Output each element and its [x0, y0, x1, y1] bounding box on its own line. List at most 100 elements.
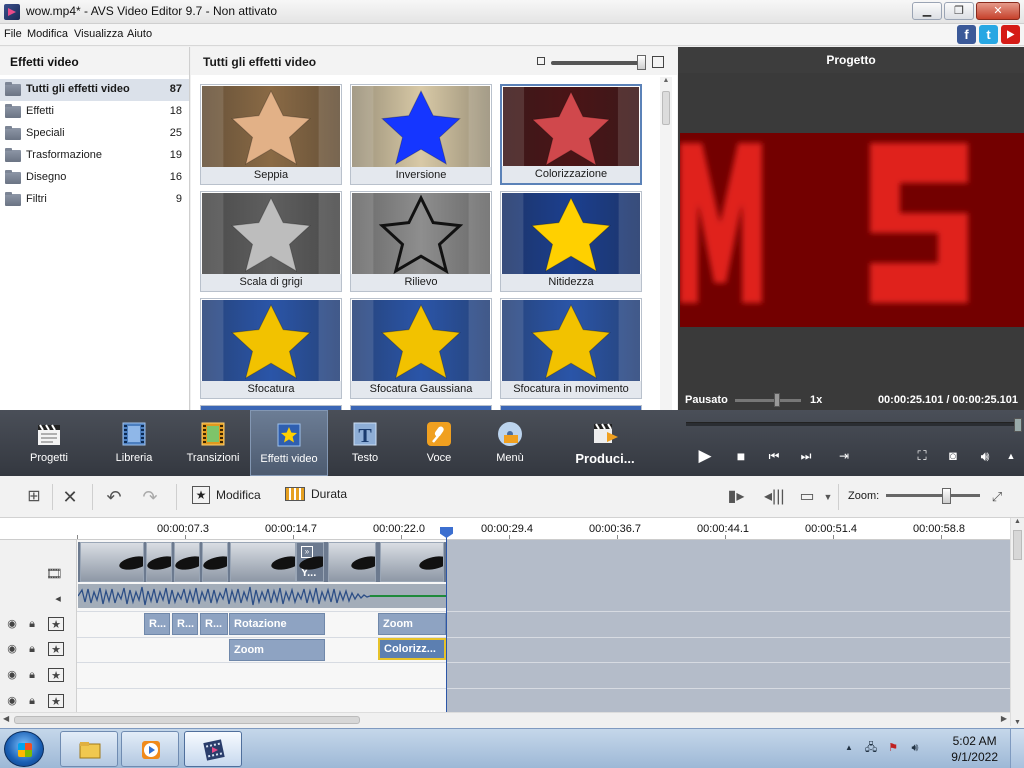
- menu-aiuto[interactable]: Aiuto: [127, 28, 152, 40]
- lock-icon[interactable]: 🔒︎: [24, 668, 40, 682]
- redo-icon[interactable]: ↷: [140, 487, 160, 507]
- play-icon[interactable]: ▶: [694, 446, 716, 466]
- effect-clip[interactable]: R...: [172, 613, 198, 635]
- video-clip[interactable]: [202, 542, 228, 582]
- maximize-button[interactable]: ❐: [944, 2, 974, 20]
- fit-timeline-icon[interactable]: ⤢: [987, 487, 1007, 507]
- effects-scrollbar[interactable]: ▲: [660, 77, 672, 410]
- lock-icon[interactable]: 🔒︎: [24, 642, 40, 656]
- scroll-right-icon[interactable]: ▶: [1001, 714, 1007, 723]
- effect-tile[interactable]: Nitidezza: [500, 191, 642, 292]
- show-desktop-button[interactable]: [1010, 729, 1024, 768]
- audio-mixer-icon[interactable]: ◂|||: [764, 487, 785, 507]
- volume-icon[interactable]: 🔊︎: [908, 741, 922, 755]
- seek-handle[interactable]: [1014, 418, 1022, 432]
- video-clip[interactable]: » Y...: [296, 542, 324, 582]
- visibility-eye-icon[interactable]: ◉: [4, 694, 20, 708]
- effect-clip[interactable]: R...: [144, 613, 170, 635]
- video-clip[interactable]: [380, 542, 444, 582]
- timeline-horizontal-scrollbar[interactable]: ◀ ▶: [0, 712, 1010, 726]
- timeline-vertical-scrollbar[interactable]: ▲ ▼: [1010, 518, 1024, 726]
- effect-clip-colorizzazione[interactable]: Colorizz...: [378, 638, 446, 660]
- effect-tile[interactable]: Sfocatura in movimento: [500, 298, 642, 399]
- category-filtri[interactable]: Filtri 9: [0, 189, 189, 211]
- volume-menu-icon[interactable]: ▲: [1000, 446, 1022, 466]
- effect-tile[interactable]: Rilievo: [350, 191, 492, 292]
- clock[interactable]: 5:02 AM 9/1/2022: [951, 733, 998, 765]
- network-icon[interactable]: 🖧︎: [864, 741, 878, 755]
- speed-slider[interactable]: [735, 399, 801, 402]
- video-clip[interactable]: [328, 542, 376, 582]
- play-selection-icon[interactable]: ⇥: [833, 446, 855, 466]
- module-voce[interactable]: Voce: [418, 410, 460, 476]
- effect-clip-zoom[interactable]: Zoom: [378, 613, 446, 635]
- category-disegno[interactable]: Disegno 16: [0, 167, 189, 189]
- display-dropdown-icon[interactable]: ▼: [818, 487, 838, 507]
- video-clip[interactable]: [174, 542, 200, 582]
- large-thumbnails-icon[interactable]: [652, 56, 664, 68]
- snapshot-icon[interactable]: ◙: [942, 446, 964, 466]
- display-settings-icon[interactable]: ▭: [797, 487, 817, 507]
- storyboard-toggle-icon[interactable]: ⊞: [24, 487, 44, 507]
- taskbar-media-player[interactable]: [121, 731, 179, 767]
- timeline-ruler[interactable]: 00:00:07.3 00:00:14.7 00:00:22.0 00:00:2…: [0, 518, 1024, 540]
- seek-bar[interactable]: [686, 422, 1018, 426]
- effect-tile[interactable]: Sfocatura: [200, 298, 342, 399]
- taskbar-avs-video-editor[interactable]: [184, 731, 242, 767]
- show-hidden-icons-icon[interactable]: ▲: [842, 741, 856, 755]
- effect-clip-zoom[interactable]: Zoom: [229, 639, 325, 661]
- menu-file[interactable]: File: [4, 28, 22, 40]
- undo-icon[interactable]: ↶: [104, 487, 124, 507]
- youtube-icon[interactable]: [1001, 25, 1020, 44]
- module-menu[interactable]: Menù: [490, 410, 530, 476]
- start-button[interactable]: [4, 731, 44, 767]
- speed-slider-handle[interactable]: [774, 393, 780, 407]
- preview-video[interactable]: [680, 133, 1024, 327]
- visibility-eye-icon[interactable]: ◉: [4, 617, 20, 631]
- empty-timeline-area[interactable]: [447, 540, 1010, 712]
- scroll-thumb[interactable]: [1013, 530, 1022, 560]
- next-frame-icon[interactable]: ⏭: [795, 446, 817, 466]
- module-transizioni[interactable]: Transizioni: [184, 410, 242, 476]
- scroll-thumb[interactable]: [662, 91, 670, 125]
- module-produci[interactable]: Produci...: [572, 410, 638, 476]
- volume-icon[interactable]: 🔊︎: [974, 446, 996, 466]
- facebook-icon[interactable]: f: [957, 25, 976, 44]
- lock-icon[interactable]: 🔒︎: [24, 617, 40, 631]
- video-clip[interactable]: [80, 542, 144, 582]
- stop-icon[interactable]: ■: [730, 446, 752, 466]
- category-trasformazione[interactable]: Trasformazione 19: [0, 145, 189, 167]
- duration-button[interactable]: Durata: [285, 486, 347, 508]
- modify-button[interactable]: ★ Modifica: [192, 486, 261, 508]
- menu-visualizza[interactable]: Visualizza: [74, 28, 123, 40]
- minimize-button[interactable]: ▁: [912, 2, 942, 20]
- video-clip[interactable]: [230, 542, 296, 582]
- effect-tile[interactable]: Sfocatura Gaussiana: [350, 298, 492, 399]
- split-icon[interactable]: ▮▸: [726, 487, 746, 507]
- effect-tile[interactable]: Colorizzazione: [500, 84, 642, 185]
- audio-track-icon[interactable]: ◂: [50, 592, 66, 606]
- menu-modifica[interactable]: Modifica: [27, 28, 68, 40]
- effect-tile[interactable]: Seppia: [200, 84, 342, 185]
- category-effetti[interactable]: Effetti 18: [0, 101, 189, 123]
- action-center-icon[interactable]: ⚑: [886, 741, 900, 755]
- close-button[interactable]: ✕: [976, 2, 1020, 20]
- module-testo[interactable]: T Testo: [342, 410, 388, 476]
- scroll-down-icon[interactable]: ▼: [1014, 719, 1021, 726]
- audio-track[interactable]: [78, 584, 446, 608]
- scroll-left-icon[interactable]: ◀: [3, 714, 9, 723]
- twitter-icon[interactable]: t: [979, 25, 998, 44]
- previous-frame-icon[interactable]: ⏮: [763, 446, 785, 466]
- scroll-up-icon[interactable]: ▲: [1014, 518, 1021, 525]
- zoom-handle[interactable]: [942, 488, 951, 504]
- scroll-thumb[interactable]: [14, 716, 360, 724]
- scroll-up-icon[interactable]: ▲: [660, 77, 672, 89]
- category-all[interactable]: Tutti gli effetti video 87: [0, 79, 189, 101]
- module-libreria[interactable]: Libreria: [108, 410, 160, 476]
- thumbnail-size-handle[interactable]: [637, 55, 646, 70]
- effect-clip[interactable]: R...: [200, 613, 228, 635]
- zoom-slider[interactable]: [886, 494, 980, 497]
- taskbar-explorer[interactable]: [60, 731, 118, 767]
- lock-icon[interactable]: 🔒︎: [24, 694, 40, 708]
- category-speciali[interactable]: Speciali 25: [0, 123, 189, 145]
